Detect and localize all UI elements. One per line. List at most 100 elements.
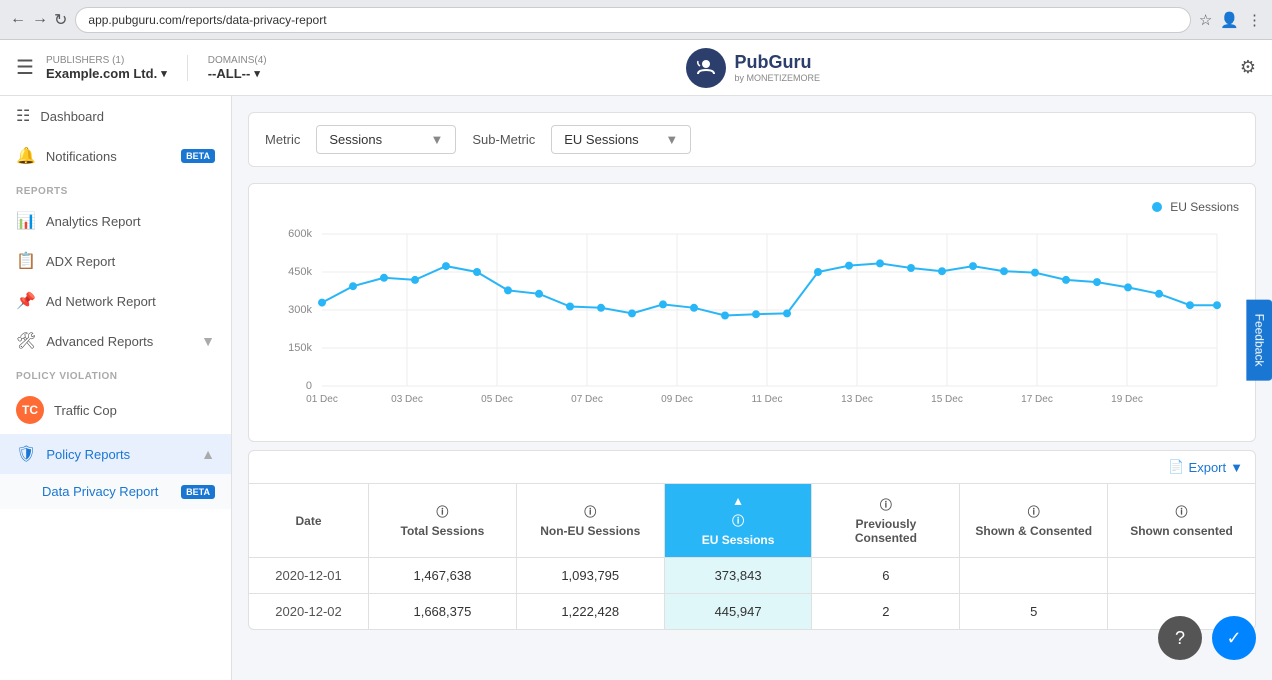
chart-svg: 600k 450k 300k 150k 0 (265, 222, 1239, 422)
adx-icon: 📋 (16, 251, 36, 271)
browser-nav[interactable]: ← → ↻ (10, 10, 67, 30)
svg-text:13 Dec: 13 Dec (841, 394, 873, 405)
adnetwork-icon: 📌 (16, 291, 36, 311)
sidebar-item-notifications[interactable]: 🔔 Notifications BETA (0, 136, 231, 176)
adnetwork-label: Ad Network Report (46, 294, 215, 309)
top-nav: ☰ PUBLISHERS (1) Example.com Ltd. ▾ DOMA… (0, 40, 1272, 96)
menu-icon[interactable]: ⋮ (1247, 11, 1262, 29)
th-noneu-info-icon[interactable]: ⓘ (584, 503, 596, 520)
td-shown2-1 (1108, 558, 1255, 593)
th-shown-consented: ⓘ Shown & Consented (960, 484, 1108, 557)
address-bar[interactable]: app.pubguru.com/reports/data-privacy-rep… (75, 7, 1190, 33)
legend-dot (1152, 202, 1162, 212)
policyreports-label: Policy Reports (46, 447, 191, 462)
sidebar-item-adx[interactable]: 📋 ADX Report (0, 241, 231, 281)
svg-text:300k: 300k (288, 304, 312, 316)
logo-text-area: PubGuru by MONETIZEMORE (734, 52, 820, 83)
export-icon: 📄 (1168, 459, 1184, 475)
forward-icon[interactable]: → (32, 10, 48, 30)
chat-messenger-icon: ✓ (1226, 628, 1241, 649)
th-eu-sort-icon[interactable]: ▲ (732, 494, 744, 508)
svg-text:0: 0 (306, 380, 312, 392)
svg-text:15 Dec: 15 Dec (931, 394, 963, 405)
star-icon[interactable]: ☆ (1199, 11, 1212, 29)
reports-section: REPORTS (0, 176, 231, 201)
domains-value[interactable]: --ALL-- ▾ (208, 66, 267, 81)
adx-label: ADX Report (46, 254, 215, 269)
td-noneu-1: 1,093,795 (517, 558, 665, 593)
td-total-2: 1,668,375 (369, 594, 517, 629)
th-shown-info-icon[interactable]: ⓘ (1028, 503, 1040, 520)
chat-help-button[interactable]: ? (1158, 616, 1202, 660)
th-total-info-icon[interactable]: ⓘ (436, 503, 448, 520)
td-shown-2: 5 (960, 594, 1108, 629)
export-button[interactable]: 📄 Export ▼ (1168, 459, 1243, 475)
table-section: 📄 Export ▼ Date ⓘ Total Sessions ⓘ Non-E… (248, 450, 1256, 630)
dataprivacy-badge: BETA (181, 485, 215, 499)
legend-label: EU Sessions (1170, 200, 1239, 214)
svg-text:450k: 450k (288, 266, 312, 278)
domains-chevron-icon: ▾ (254, 67, 260, 80)
notification-icon: 🔔 (16, 146, 36, 166)
sidebar-item-analytics[interactable]: 📊 Analytics Report (0, 201, 231, 241)
td-date-2: 2020-12-02 (249, 594, 369, 629)
logo-name: PubGuru (734, 52, 820, 73)
svg-text:17 Dec: 17 Dec (1021, 394, 1053, 405)
svg-text:600k: 600k (288, 228, 312, 240)
submetric-value: EU Sessions (564, 132, 657, 147)
th-eu-label: EU Sessions (702, 533, 775, 547)
publisher-selector[interactable]: PUBLISHERS (1) Example.com Ltd. ▾ (46, 55, 188, 81)
chat-messenger-button[interactable]: ✓ (1212, 616, 1256, 660)
sidebar: ☷ Dashboard 🔔 Notifications BETA REPORTS… (0, 96, 232, 680)
th-shown2-label: Shown consented (1130, 524, 1233, 538)
dashboard-label: Dashboard (40, 109, 215, 124)
main-content: Metric Sessions ▼ Sub-Metric EU Sessions… (232, 96, 1272, 680)
th-prev-info-icon[interactable]: ⓘ (880, 496, 892, 513)
logo-icon (686, 48, 726, 88)
settings-icon[interactable]: ⚙ (1240, 57, 1256, 78)
trafficcop-avatar: TC (16, 396, 44, 424)
th-eu-info-icon[interactable]: ⓘ (732, 512, 744, 529)
feedback-tab[interactable]: Feedback (1247, 300, 1272, 381)
export-label: Export (1189, 460, 1227, 475)
th-shown2-info-icon[interactable]: ⓘ (1176, 503, 1188, 520)
svg-text:01 Dec: 01 Dec (306, 394, 338, 405)
metric-select[interactable]: Sessions ▼ (316, 125, 456, 154)
th-date-label: Date (295, 514, 321, 528)
app-layout: ☰ PUBLISHERS (1) Example.com Ltd. ▾ DOMA… (0, 40, 1272, 680)
account-icon[interactable]: 👤 (1220, 11, 1239, 29)
metric-controls: Metric Sessions ▼ Sub-Metric EU Sessions… (248, 112, 1256, 167)
sidebar-item-policyreports[interactable]: 🛡 Policy Reports ▲ (0, 434, 231, 474)
advanced-chevron-icon: ▼ (201, 333, 215, 349)
chat-help-icon: ? (1175, 628, 1185, 649)
chart-legend: EU Sessions (265, 200, 1239, 214)
metric-value: Sessions (329, 132, 422, 147)
svg-text:09 Dec: 09 Dec (661, 394, 693, 405)
domain-selector[interactable]: DOMAINS(4) --ALL-- ▾ (208, 55, 267, 81)
browser-bar: ← → ↻ app.pubguru.com/reports/data-priva… (0, 0, 1272, 40)
publishers-value[interactable]: Example.com Ltd. ▾ (46, 66, 167, 81)
td-date-1: 2020-12-01 (249, 558, 369, 593)
submetric-select[interactable]: EU Sessions ▼ (551, 125, 691, 154)
th-total-label: Total Sessions (401, 524, 485, 538)
analytics-icon: 📊 (16, 211, 36, 231)
sidebar-item-dashboard[interactable]: ☷ Dashboard (0, 96, 231, 136)
sidebar-item-dataprivacy[interactable]: Data Privacy Report BETA (0, 474, 231, 509)
submetric-label: Sub-Metric (472, 132, 535, 147)
td-prev-2: 2 (812, 594, 960, 629)
sidebar-item-advanced[interactable]: 🛠 Advanced Reports ▼ (0, 321, 231, 361)
metric-chevron-icon: ▼ (431, 132, 444, 147)
back-icon[interactable]: ← (10, 10, 26, 30)
export-chevron-icon: ▼ (1230, 460, 1243, 475)
sidebar-item-adnetwork[interactable]: 📌 Ad Network Report (0, 281, 231, 321)
th-noneu-label: Non-EU Sessions (540, 524, 640, 538)
th-date: Date (249, 484, 369, 557)
hamburger-icon[interactable]: ☰ (16, 55, 34, 80)
svg-text:19 Dec: 19 Dec (1111, 394, 1143, 405)
sidebar-item-trafficcop[interactable]: TC Traffic Cop (0, 386, 231, 434)
reload-icon[interactable]: ↻ (54, 10, 67, 30)
svg-text:150k: 150k (288, 342, 312, 354)
domains-label: DOMAINS(4) (208, 55, 267, 66)
table-row: 2020-12-02 1,668,375 1,222,428 445,947 2… (249, 594, 1255, 629)
th-shown-consented2: ⓘ Shown consented (1108, 484, 1255, 557)
